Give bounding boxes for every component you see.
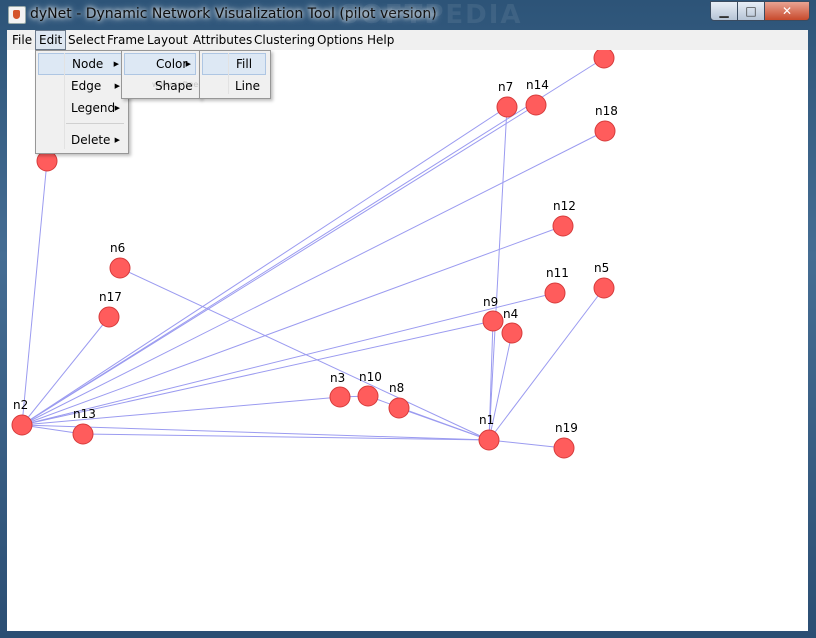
node-unlabeled-b[interactable] bbox=[593, 50, 615, 69]
minimize-button[interactable]: ▁ bbox=[710, 1, 738, 21]
submenu-arrow-icon: ▶ bbox=[185, 60, 191, 68]
node-label-n3: n3 bbox=[330, 371, 345, 385]
color-submenu-fill[interactable]: Fill bbox=[202, 53, 266, 75]
edge-label: Edge bbox=[71, 79, 102, 93]
legend-label: Legend bbox=[71, 101, 116, 115]
node-n8[interactable] bbox=[388, 397, 410, 419]
node-n5[interactable] bbox=[593, 277, 615, 299]
node-label-n14: n14 bbox=[526, 78, 549, 92]
node-label-n13: n13 bbox=[73, 407, 96, 421]
node-label-n18: n18 bbox=[595, 104, 618, 118]
node-label-n19: n19 bbox=[555, 421, 578, 435]
node-n4[interactable] bbox=[501, 322, 523, 344]
menu-icon-gutter bbox=[64, 53, 65, 149]
maximize-button[interactable]: □ bbox=[738, 1, 765, 21]
submenu-arrow-icon: ▶ bbox=[114, 104, 120, 112]
edge-n13-n1[interactable] bbox=[82, 433, 490, 441]
node-unlabeled-a[interactable] bbox=[36, 150, 58, 172]
node-label-n6: n6 bbox=[110, 241, 125, 255]
menu-icon-gutter bbox=[228, 53, 229, 94]
app-window: dyNet - Dynamic Network Visualization To… bbox=[0, 0, 816, 638]
edge-n7-n1[interactable] bbox=[488, 106, 508, 441]
java-app-icon[interactable] bbox=[8, 6, 26, 24]
edit-menu-delete[interactable]: Delete ▶ bbox=[38, 129, 124, 151]
node-n10[interactable] bbox=[357, 385, 379, 407]
menu-separator bbox=[66, 123, 124, 124]
submenu-arrow-icon: ▶ bbox=[113, 60, 119, 68]
color-submenu: Fill Line bbox=[199, 50, 271, 99]
edge-n6-n1[interactable] bbox=[119, 267, 490, 441]
color-submenu-line[interactable]: Line bbox=[202, 75, 266, 97]
node-n18[interactable] bbox=[594, 120, 616, 142]
node-label-n4: n4 bbox=[503, 307, 518, 321]
edit-menu-legend[interactable]: Legend ▶ bbox=[38, 97, 124, 119]
node-label-n11: n11 bbox=[546, 266, 569, 280]
node-n1[interactable] bbox=[478, 429, 500, 451]
edge-n2-n18[interactable] bbox=[21, 130, 606, 426]
menu-edit[interactable]: Edit bbox=[35, 30, 67, 50]
node-label-n5: n5 bbox=[594, 261, 609, 275]
node-n13[interactable] bbox=[72, 423, 94, 445]
color-label: Color bbox=[156, 57, 188, 71]
node-label-n1: n1 bbox=[479, 413, 494, 427]
node-n3[interactable] bbox=[329, 386, 351, 408]
menu-select[interactable]: Select bbox=[65, 30, 108, 50]
menu-layout[interactable]: Layout bbox=[144, 30, 191, 50]
edge-n2-unlabeled-a[interactable] bbox=[21, 160, 48, 426]
edit-menu-edge[interactable]: Edge ▶ bbox=[38, 75, 124, 97]
menu-frame[interactable]: Frame bbox=[104, 30, 147, 50]
title-bar[interactable]: dyNet - Dynamic Network Visualization To… bbox=[0, 0, 816, 30]
node-label-n8: n8 bbox=[389, 381, 404, 395]
node-n2[interactable] bbox=[11, 414, 33, 436]
node-n9[interactable] bbox=[482, 310, 504, 332]
submenu-arrow-icon: ▶ bbox=[114, 136, 120, 144]
edit-menu: Node ▶ Edge ▶ Legend ▶ Delete ▶ bbox=[35, 50, 129, 154]
node-label-n17: n17 bbox=[99, 290, 122, 304]
node-label-n10: n10 bbox=[359, 370, 382, 384]
window-controls: ▁ □ ✕ bbox=[710, 1, 810, 21]
node-n14[interactable] bbox=[525, 94, 547, 116]
node-n7[interactable] bbox=[496, 96, 518, 118]
node-n11[interactable] bbox=[544, 282, 566, 304]
menu-attributes[interactable]: Attributes bbox=[190, 30, 255, 50]
delete-label: Delete bbox=[71, 133, 111, 147]
edge-n8-n1[interactable] bbox=[398, 407, 490, 441]
node-n19[interactable] bbox=[553, 437, 575, 459]
menu-options[interactable]: Options bbox=[314, 30, 366, 50]
node-label-n2: n2 bbox=[13, 398, 28, 412]
menu-bar: File Edit Select Frame Layout Attributes… bbox=[7, 30, 808, 51]
node-label: Node bbox=[72, 57, 104, 71]
node-label-n9: n9 bbox=[483, 295, 498, 309]
close-button[interactable]: ✕ bbox=[765, 1, 810, 21]
node-label-n12: n12 bbox=[553, 199, 576, 213]
edit-menu-node[interactable]: Node ▶ bbox=[38, 53, 124, 75]
submenu-arrow-icon: ▶ bbox=[114, 82, 120, 90]
watermark-text: SOFTPEDIA bbox=[340, 0, 523, 30]
edge-n1-n19[interactable] bbox=[488, 439, 565, 449]
node-n17[interactable] bbox=[98, 306, 120, 328]
menu-help[interactable]: Help bbox=[364, 30, 397, 50]
node-n12[interactable] bbox=[552, 215, 574, 237]
node-n6[interactable] bbox=[109, 257, 131, 279]
node-label-n7: n7 bbox=[498, 80, 513, 94]
node-submenu: Color ▶ Shape www.softpedia.com bbox=[121, 50, 230, 99]
menu-clustering[interactable]: Clustering bbox=[251, 30, 318, 50]
menu-file[interactable]: File bbox=[9, 30, 35, 50]
node-submenu-color[interactable]: Color ▶ bbox=[124, 53, 196, 75]
edge-n2-n7[interactable] bbox=[21, 106, 508, 426]
